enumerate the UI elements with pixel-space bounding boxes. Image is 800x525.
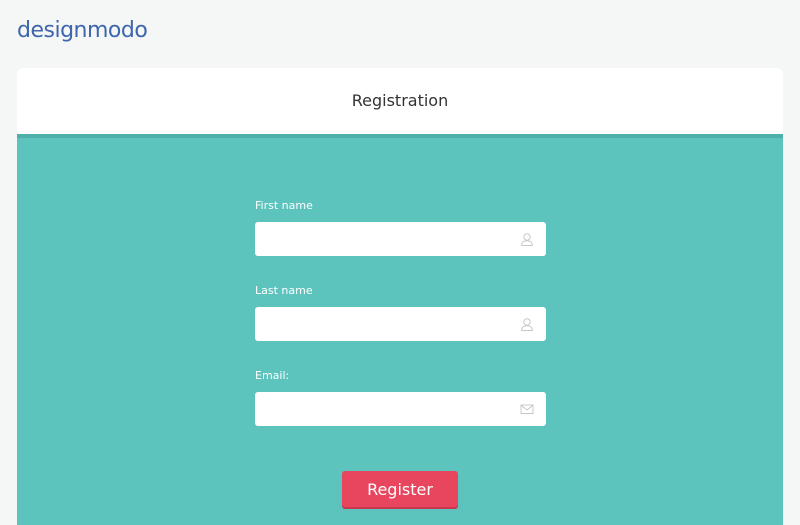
registration-card: Registration First name Last name Email:… xyxy=(17,68,783,525)
email-label: Email: xyxy=(255,369,290,382)
last-name-field[interactable] xyxy=(255,307,546,341)
page-title: Registration xyxy=(351,91,449,110)
last-name-label: Last name xyxy=(255,284,313,297)
last-name-input[interactable] xyxy=(255,307,529,341)
first-name-input[interactable] xyxy=(255,222,529,256)
user-icon xyxy=(520,318,534,331)
user-icon xyxy=(520,233,534,246)
envelope-icon xyxy=(520,404,534,414)
first-name-field[interactable] xyxy=(255,222,546,256)
designmodo-logo[interactable]: designmodo xyxy=(17,18,148,44)
email-input[interactable] xyxy=(255,392,529,426)
card-header: Registration xyxy=(17,68,783,138)
register-button[interactable]: Register xyxy=(342,471,458,507)
first-name-label: First name xyxy=(255,199,313,212)
email-field[interactable] xyxy=(255,392,546,426)
